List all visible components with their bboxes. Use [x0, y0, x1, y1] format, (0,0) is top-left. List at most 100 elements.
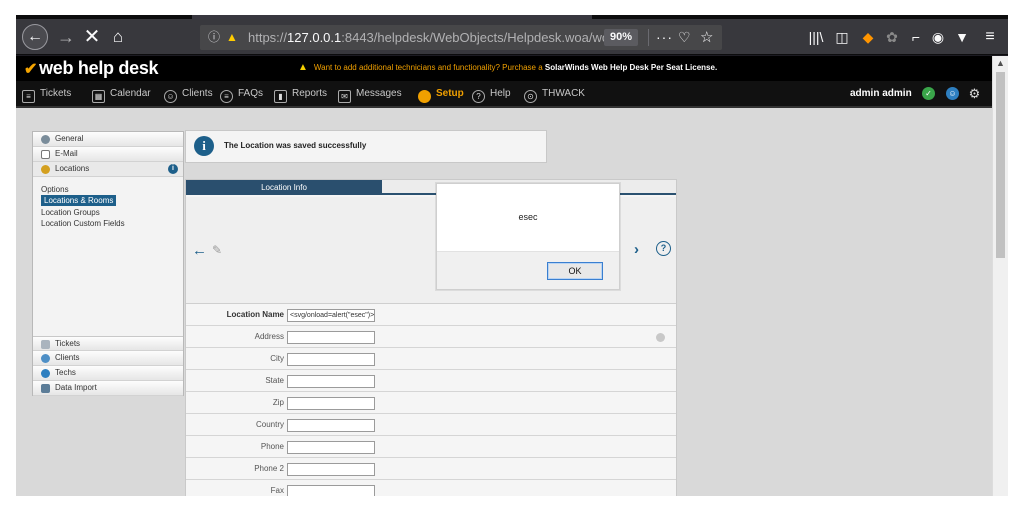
- scroll-up-icon[interactable]: ▲: [996, 58, 1005, 68]
- sidebar-item-label: Data Import: [55, 383, 97, 392]
- sidebar-item-label: Clients: [55, 353, 80, 362]
- field-row-phone: Phone: [186, 437, 676, 458]
- hamburger-menu-icon[interactable]: ≡: [978, 25, 1002, 49]
- forward-button[interactable]: →: [54, 25, 78, 49]
- library-icon[interactable]: |||\: [804, 25, 828, 49]
- insecure-lock-icon[interactable]: ▲: [226, 25, 238, 50]
- pocket-icon[interactable]: ♡: [678, 25, 691, 50]
- sidebar-item-clients[interactable]: Clients: [33, 351, 183, 366]
- nav-thwack[interactable]: ⊙ THWACK: [524, 81, 585, 106]
- status-online-icon[interactable]: ✓: [922, 87, 935, 100]
- extension-gray-icon[interactable]: ✿: [880, 25, 904, 49]
- sidebar-item-label: E-Mail: [55, 149, 78, 158]
- next-record-icon[interactable]: ›: [634, 241, 639, 258]
- address-lookup-icon[interactable]: [656, 333, 665, 342]
- main-navigation: ≡ Tickets ▦ Calendar ☺ Clients ≡ FAQs ▮ Repor…: [16, 81, 992, 108]
- ticket-icon: [41, 340, 50, 349]
- back-arrow-icon: ←: [27, 28, 43, 45]
- field-row-phone-2: Phone 2: [186, 459, 676, 480]
- field-row-city: City: [186, 349, 676, 370]
- calendar-icon: ▦: [92, 90, 105, 103]
- nav-calendar[interactable]: ▦ Calendar: [92, 81, 151, 106]
- back-button[interactable]: ←: [22, 24, 48, 50]
- fax-input[interactable]: [287, 485, 375, 496]
- messages-icon: ✉: [338, 90, 351, 103]
- state-input[interactable]: [287, 375, 375, 388]
- sidebar-item-techs[interactable]: Techs: [33, 366, 183, 381]
- field-label: Phone: [260, 442, 284, 451]
- field-label: City: [270, 354, 284, 363]
- nav-faqs[interactable]: ≡ FAQs: [220, 81, 263, 106]
- sidebar-item-label: Tickets: [55, 339, 81, 348]
- nav-help[interactable]: ? Help: [472, 81, 511, 106]
- extension-hook-icon[interactable]: ⌐: [904, 25, 928, 49]
- nav-setup[interactable]: ⚙ Setup: [418, 81, 464, 106]
- user-profile-icon[interactable]: ☺: [946, 87, 959, 100]
- city-input[interactable]: [287, 353, 375, 366]
- alert-button-bar: OK: [437, 251, 619, 289]
- zip-input[interactable]: [287, 397, 375, 410]
- setup-sidebar: General E-Mail Locations i Options Locat…: [32, 131, 184, 396]
- field-label: Location Name: [226, 310, 284, 319]
- field-label: Zip: [272, 398, 284, 407]
- page-actions-icon[interactable]: ···: [656, 25, 673, 50]
- field-label: Country: [255, 420, 284, 429]
- sidebar-subitem-locations-rooms[interactable]: Locations & Rooms: [41, 195, 117, 206]
- help-icon: ?: [472, 90, 485, 103]
- nav-messages[interactable]: ✉ Messages: [338, 81, 402, 106]
- app-logo[interactable]: ✔ web help desk: [24, 57, 159, 81]
- stop-button[interactable]: ✕: [80, 25, 104, 49]
- success-message: i The Location was saved successfully: [185, 130, 547, 163]
- faqs-icon: ≡: [220, 90, 233, 103]
- nav-tickets[interactable]: ≡ Tickets: [22, 81, 71, 106]
- sidebar-item-email[interactable]: E-Mail: [33, 147, 183, 162]
- nav-reports[interactable]: ▮ Reports: [274, 81, 327, 106]
- alert-message: esec: [518, 212, 538, 222]
- sidebar-subitem-options[interactable]: Options: [41, 184, 69, 195]
- sidebar-toggle-icon[interactable]: ◫: [830, 25, 854, 49]
- sidebar-item-general[interactable]: General: [33, 132, 183, 147]
- page-scrollbar[interactable]: ▲: [992, 56, 1008, 496]
- help-icon[interactable]: ?: [656, 241, 671, 256]
- sidebar-subitem-location-groups[interactable]: Location Groups: [41, 207, 100, 218]
- ok-button[interactable]: OK: [547, 262, 603, 280]
- country-input[interactable]: [287, 419, 375, 432]
- account-icon[interactable]: ◉: [926, 25, 950, 49]
- tech-user-icon: [41, 369, 50, 378]
- zoom-level-badge[interactable]: 90%: [604, 29, 639, 46]
- user-name-link[interactable]: admin admin: [850, 81, 912, 106]
- site-info-icon[interactable]: ⓘ: [208, 25, 220, 50]
- scrollbar-thumb[interactable]: [996, 72, 1005, 258]
- screenshot-frame: ← → ✕ ⌂ ⓘ ▲ https://127.0.0.1:8443/helpd…: [0, 0, 1024, 523]
- settings-gear-icon[interactable]: ⚙: [968, 87, 981, 100]
- nav-clients[interactable]: ☺ Clients: [164, 81, 213, 106]
- field-label: Phone 2: [254, 464, 284, 473]
- success-message-text: The Location was saved successfully: [224, 141, 367, 150]
- sidebar-item-locations[interactable]: Locations i: [33, 162, 183, 177]
- clients-icon: ☺: [164, 90, 177, 103]
- clients-icon: [41, 354, 50, 363]
- field-row-zip: Zip: [186, 393, 676, 414]
- sidebar-item-label: Locations: [55, 164, 90, 173]
- sidebar-subitem-location-custom-fields[interactable]: Location Custom Fields: [41, 218, 125, 229]
- field-label: Fax: [270, 486, 284, 495]
- phone-2-input[interactable]: [287, 463, 375, 476]
- license-promo-banner[interactable]: ▲ Want to add additional technicians and …: [298, 62, 717, 74]
- field-row-address: Address: [186, 327, 676, 348]
- extension-shield-icon[interactable]: ▼: [950, 25, 974, 49]
- bookmark-star-icon[interactable]: ☆: [700, 25, 713, 50]
- home-button[interactable]: ⌂: [106, 25, 130, 49]
- edit-pencil-icon[interactable]: ✎: [212, 243, 222, 257]
- address-input[interactable]: [287, 331, 375, 344]
- location-name-input[interactable]: <svg/onload=alert("esec")>: [287, 309, 375, 322]
- info-badge-icon[interactable]: i: [168, 164, 178, 174]
- sidebar-item-tickets[interactable]: Tickets: [33, 336, 183, 351]
- tab-location-info[interactable]: Location Info: [186, 180, 382, 195]
- app-header: ✔ web help desk ▲ Want to add additional t…: [16, 56, 992, 81]
- url-bar[interactable]: ⓘ ▲ https://127.0.0.1:8443/helpdesk/WebO…: [200, 25, 722, 50]
- url-text[interactable]: https://127.0.0.1:8443/helpdesk/WebObjec…: [248, 25, 604, 50]
- sidebar-item-data-import[interactable]: Data Import: [33, 381, 183, 396]
- extension-fox-icon[interactable]: ◆: [856, 25, 880, 49]
- previous-record-icon[interactable]: ←: [192, 242, 207, 259]
- phone-input[interactable]: [287, 441, 375, 454]
